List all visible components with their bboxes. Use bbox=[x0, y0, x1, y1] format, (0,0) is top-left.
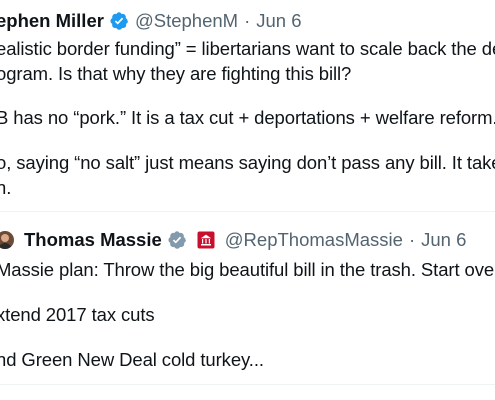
handle[interactable]: @RepThomasMassie bbox=[225, 229, 403, 251]
tweet-text-line: n. bbox=[0, 177, 12, 198]
tweet-text-line: ogram. Is that why they are fighting thi… bbox=[0, 63, 352, 84]
avatar[interactable] bbox=[0, 231, 14, 249]
tweet-thread: ephen Miller @StephenM · Jun 6 ealistic … bbox=[0, 0, 495, 400]
display-name[interactable]: Thomas Massie bbox=[24, 229, 162, 251]
tweet[interactable]: Thomas Massie @RepThomasMassie · Jun 6 M… bbox=[0, 211, 495, 400]
handle[interactable]: @StephenM bbox=[135, 10, 238, 32]
divider bbox=[0, 384, 495, 385]
tweet-header: ephen Miller @StephenM · Jun 6 bbox=[0, 10, 302, 32]
timestamp[interactable]: Jun 6 bbox=[256, 10, 301, 32]
tweet-text-line: ealistic border funding” = libertarians … bbox=[0, 38, 495, 59]
separator-dot: · bbox=[408, 229, 416, 250]
avatar-image bbox=[0, 231, 14, 249]
separator-dot: · bbox=[244, 10, 251, 31]
tweet-text-line: Massie plan: Throw the big beautiful bil… bbox=[0, 259, 495, 280]
tweet-text-line: nd Green New Deal cold turkey... bbox=[0, 349, 264, 370]
congress-badge-icon bbox=[197, 231, 215, 249]
tweet[interactable]: ephen Miller @StephenM · Jun 6 ealistic … bbox=[0, 0, 495, 211]
verified-badge-icon bbox=[110, 12, 128, 30]
tweet-header: Thomas Massie @RepThomasMassie · Jun 6 bbox=[0, 229, 466, 251]
display-name[interactable]: ephen Miller bbox=[0, 10, 104, 32]
verified-badge-icon bbox=[168, 231, 186, 249]
tweet-text-line: o, saying “no salt” just means saying do… bbox=[0, 152, 495, 173]
tweet-text-line: B has no “pork.” It is a tax cut + depor… bbox=[0, 107, 495, 128]
tweet-text-line: xtend 2017 tax cuts bbox=[0, 304, 155, 325]
timestamp[interactable]: Jun 6 bbox=[421, 229, 466, 251]
